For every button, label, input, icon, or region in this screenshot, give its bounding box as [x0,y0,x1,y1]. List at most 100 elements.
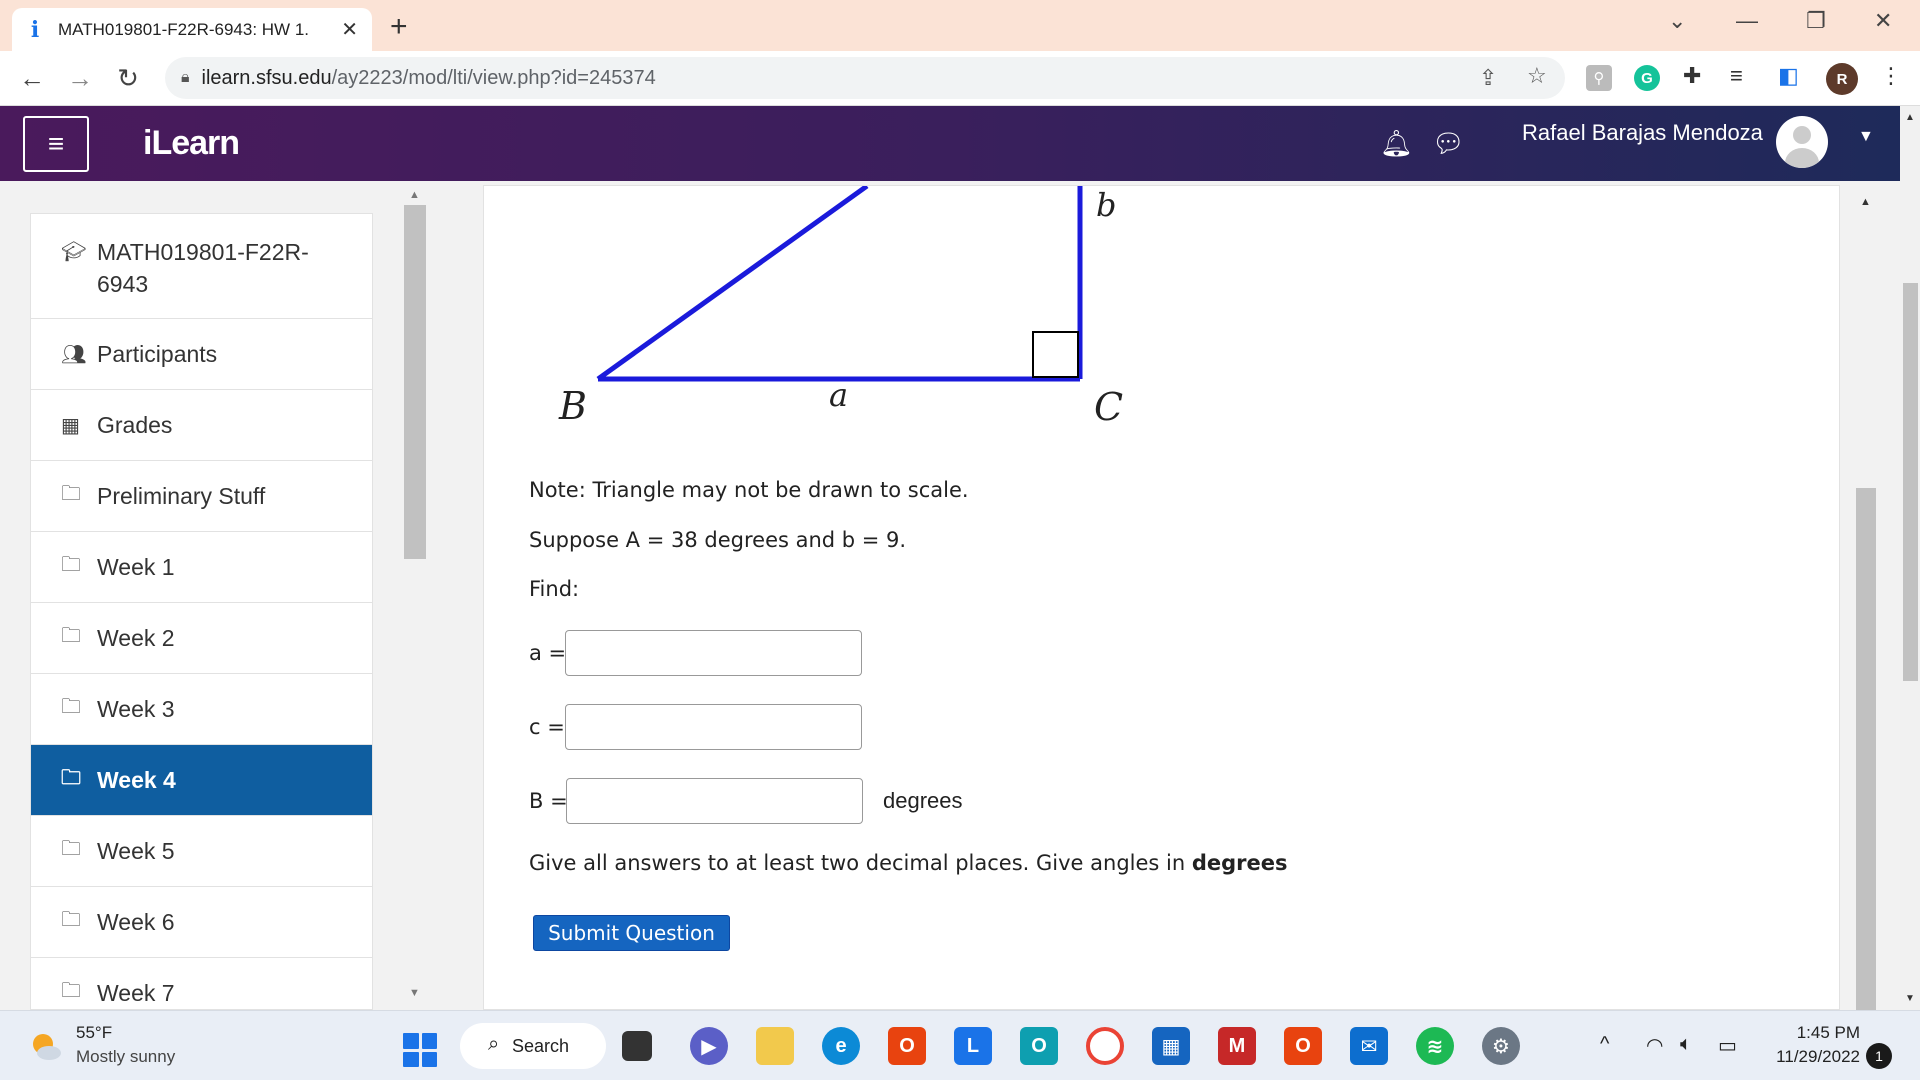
graduation-cap-icon: 🎓︎ [61,241,87,263]
side-label-a: a [829,376,848,414]
bookmark-star-icon[interactable]: ☆ [1527,63,1547,89]
close-tab-icon[interactable]: ✕ [341,17,358,42]
answer-b-angle-input[interactable] [566,778,863,824]
side-panel-icon[interactable]: ◧ [1778,63,1799,89]
windows-taskbar: 55°F Mostly sunny ⌕ Search ▶ e O L O ▦ M… [0,1010,1920,1080]
user-avatar[interactable] [1776,116,1828,168]
teams-chat-icon[interactable]: ▶ [690,1027,728,1065]
side-label-b: b [1096,186,1116,224]
office-icon[interactable]: O [888,1027,926,1065]
nav-item-week-1[interactable]: 🗀 Week 1 [31,532,372,603]
drawer-scrollbar[interactable]: ▲ ▼ [404,189,426,999]
nav-item-label: Week 7 [97,979,175,1006]
weather-temperature[interactable]: 55°F [76,1023,112,1043]
nav-item-label: Week 1 [97,553,175,580]
restore-icon[interactable]: ❐ [1806,8,1826,34]
vertex-label-c: C [1094,385,1123,429]
weather-description[interactable]: Mostly sunny [76,1047,175,1067]
messages-bubble-icon[interactable]: 💬︎ [1432,128,1465,159]
close-window-icon[interactable]: ✕ [1874,8,1892,34]
reading-list-icon[interactable]: ≡ [1730,63,1743,89]
forward-icon[interactable]: → [64,63,96,94]
settings-gear-icon[interactable]: ⚙ [1482,1027,1520,1065]
scroll-up-arrow-icon[interactable]: ▲ [409,189,420,201]
nav-item-course[interactable]: 🎓︎ MATH019801-F22R-6943 [31,214,372,319]
back-icon[interactable]: ← [16,63,48,94]
mcafee-icon[interactable]: M [1218,1027,1256,1065]
clock-date[interactable]: 11/29/2022 [1762,1047,1860,1067]
folder-icon: 🗀 [61,554,81,576]
question-frame: B a C b ▲ [483,185,1876,1011]
frame-scroll-thumb[interactable] [1856,488,1876,1011]
start-windows-icon[interactable] [403,1033,437,1067]
page-scroll-thumb[interactable] [1903,283,1918,681]
browser-menu-icon[interactable]: ⋮ [1880,63,1902,89]
users-icon: 👥︎ [61,343,87,366]
nav-item-week-2[interactable]: 🗀 Week 2 [31,603,372,674]
nav-item-week-4[interactable]: 🗀 Week 4 [31,745,372,816]
extension-generic-icon[interactable]: ⚲ [1586,65,1612,91]
app-l-icon[interactable]: L [954,1027,992,1065]
nav-item-participants[interactable]: 👥︎ Participants [31,319,372,390]
hamburger-icon: ≡ [47,128,65,159]
degrees-unit-label: degrees [883,788,963,813]
user-menu-caret-icon[interactable]: ▼ [1858,128,1874,146]
answer-b-angle-label: B = [529,789,568,813]
nav-item-label: Week 5 [97,837,175,864]
answer-c-input[interactable] [565,704,862,750]
share-icon[interactable]: ⇪ [1479,65,1497,91]
nav-item-week-7[interactable]: 🗀 Week 7 [31,958,372,1009]
address-bar[interactable]: 🔒︎ ilearn.sfsu.edu/ay2223/mod/lti/view.p… [165,57,1565,99]
notification-badge[interactable]: 1 [1866,1043,1892,1069]
reload-icon[interactable]: ↻ [112,63,144,94]
wifi-icon[interactable]: ◠ [1646,1033,1663,1058]
submit-question-button[interactable]: Submit Question [533,915,730,951]
spotify-icon[interactable]: ≋ [1416,1027,1454,1065]
nav-item-grades[interactable]: ▦ Grades [31,390,372,461]
mail-icon[interactable]: ✉ [1350,1027,1388,1065]
grammarly-icon[interactable]: G [1634,65,1660,91]
frame-scrollbar[interactable]: ▲ [1854,188,1876,1011]
scroll-up-arrow-icon[interactable]: ▲ [1905,112,1915,123]
answer-a-label: a = [529,641,567,665]
folder-icon: 🗀 [61,625,81,647]
office-icon-2[interactable]: O [1284,1027,1322,1065]
task-view-icon[interactable] [622,1031,652,1061]
nav-item-preliminary-stuff[interactable]: 🗀 Preliminary Stuff [31,461,372,532]
scroll-down-arrow-icon[interactable]: ▼ [409,987,420,999]
page-scrollbar[interactable]: ▲ ▼ [1900,106,1920,1010]
tab-search-chevron-icon[interactable]: ⌄ [1668,8,1686,34]
weather-sun-cloud-icon[interactable] [30,1031,62,1063]
info-favicon-icon: i [30,16,40,43]
course-nav-list: 🎓︎ MATH019801-F22R-6943 👥︎ Participants … [30,213,373,1010]
battery-icon[interactable]: ▭ [1718,1033,1737,1058]
user-name[interactable]: Rafael Barajas Mendoza [1522,120,1763,146]
clock-time[interactable]: 1:45 PM [1788,1023,1860,1043]
drawer-toggle-button[interactable]: ≡ [23,116,89,172]
notification-bell-icon[interactable]: 🔔︎ [1380,128,1413,159]
vertex-label-b: B [558,384,587,428]
new-tab-icon[interactable]: + [390,10,408,44]
nav-item-week-6[interactable]: 🗀 Week 6 [31,887,372,958]
nav-item-week-3[interactable]: 🗀 Week 3 [31,674,372,745]
microsoft-store-icon[interactable]: ▦ [1152,1027,1190,1065]
file-explorer-icon[interactable] [756,1027,794,1065]
scroll-down-arrow-icon[interactable]: ▼ [1905,993,1915,1004]
site-logo[interactable]: iLearn [143,124,240,163]
extensions-puzzle-icon[interactable]: ✚ [1683,63,1701,89]
app-o-icon[interactable]: O [1020,1027,1058,1065]
answer-a-input[interactable] [565,630,862,676]
chrome-browser-icon[interactable] [1086,1027,1124,1065]
profile-avatar[interactable]: R [1826,63,1858,95]
taskbar-search[interactable]: ⌕ Search [460,1023,606,1069]
volume-icon[interactable]: 🔈︎ [1680,1033,1692,1056]
scroll-up-arrow-icon[interactable]: ▲ [1860,196,1871,208]
nav-item-week-5[interactable]: 🗀 Week 5 [31,816,372,887]
drawer-scroll-thumb[interactable] [404,205,426,559]
site-header: ≡ iLearn 🔔︎ 💬︎ Rafael Barajas Mendoza ▼ [0,106,1900,181]
minimize-icon[interactable]: — [1736,8,1758,34]
folder-icon: 🗀 [61,483,81,505]
tray-overflow-chevron-icon[interactable]: ^ [1600,1033,1609,1056]
edge-browser-icon[interactable]: e [822,1027,860,1065]
browser-tab[interactable]: i MATH019801-F22R-6943: HW 1. ✕ [12,8,372,51]
